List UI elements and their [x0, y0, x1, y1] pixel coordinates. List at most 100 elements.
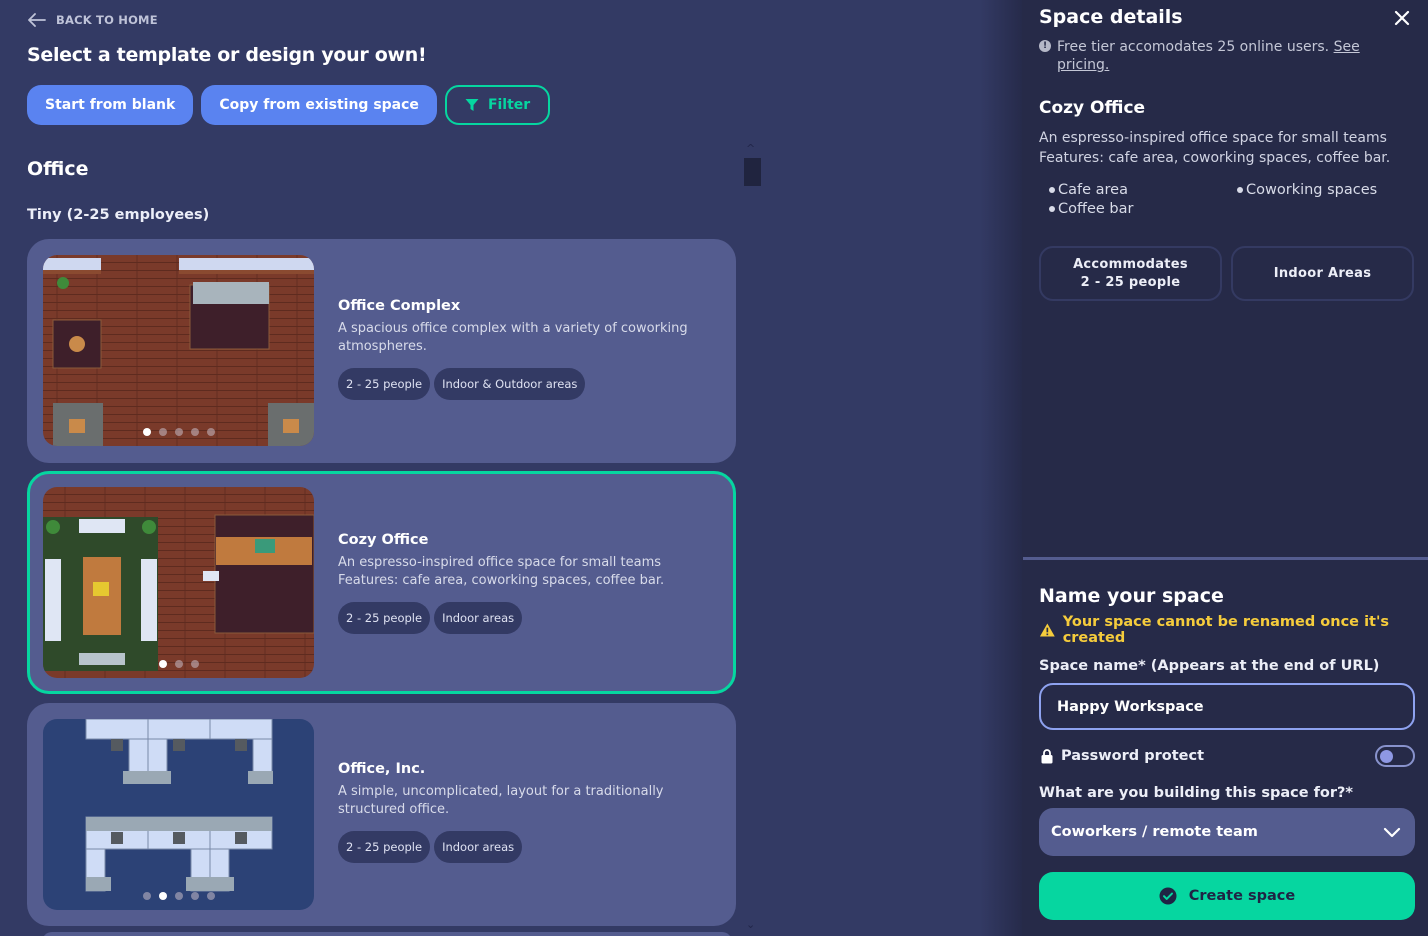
- panel-shadow: [980, 0, 1022, 936]
- back-to-home-link[interactable]: BACK TO HOME: [28, 13, 158, 27]
- office-complex-map-preview: [43, 255, 314, 446]
- close-icon[interactable]: [1392, 8, 1412, 28]
- carousel-dot[interactable]: [190, 892, 199, 900]
- category-title: Office: [27, 158, 89, 180]
- warning-text: Your space cannot be renamed once it's c…: [1062, 614, 1390, 646]
- capacity-pill-line: Accommodates: [1073, 256, 1188, 272]
- chevron-down-icon: [1383, 827, 1401, 837]
- carousel-dots: [43, 660, 314, 668]
- template-name: Office Complex: [338, 298, 461, 314]
- password-label-text: Password protect: [1061, 748, 1205, 764]
- info-icon: !: [1039, 40, 1051, 52]
- filter-button[interactable]: Filter: [444, 85, 551, 125]
- template-name: Office, Inc.: [338, 761, 426, 777]
- lock-icon: [1041, 748, 1053, 763]
- space-name-input[interactable]: [1039, 683, 1415, 730]
- pricing-info: ! Free tier accomodates 25 online users.…: [1039, 38, 1389, 74]
- capacity-tag: 2 - 25 people: [338, 831, 431, 863]
- carousel-dot[interactable]: [158, 428, 167, 436]
- size-subtitle: Tiny (2-25 employees): [27, 207, 210, 223]
- warning-icon: [1039, 623, 1055, 637]
- purpose-select[interactable]: Coworkers / remote team: [1039, 808, 1415, 856]
- feature-item: Coworking spaces: [1237, 182, 1409, 198]
- carousel-dots: [43, 892, 314, 900]
- capacity-tag: 2 - 25 people: [338, 602, 431, 634]
- action-buttons: Start from blank Copy from existing spac…: [27, 85, 551, 125]
- template-preview-image[interactable]: [43, 255, 314, 446]
- description-line: Features: cafe area, coworking spaces, c…: [1039, 150, 1391, 166]
- panel-title: Space details: [1039, 6, 1183, 28]
- back-label: BACK TO HOME: [56, 13, 158, 27]
- section-divider: [1023, 557, 1428, 560]
- capacity-pill-line: 2 - 25 people: [1080, 274, 1181, 290]
- carousel-dot[interactable]: [142, 892, 151, 900]
- password-protect-label: Password protect: [1041, 748, 1204, 764]
- pricing-info-text: Free tier accomodates 25 online users. S…: [1057, 38, 1389, 74]
- template-browser: BACK TO HOME Select a template or design…: [0, 0, 1022, 936]
- template-card-office-inc[interactable]: Office, Inc. A simple, uncomplicated, la…: [27, 703, 736, 926]
- carousel-dot[interactable]: [158, 892, 167, 900]
- template-info: Office Complex A spacious office complex…: [338, 298, 698, 400]
- carousel-dot[interactable]: [174, 660, 183, 668]
- purpose-label: What are you building this space for?*: [1039, 785, 1354, 801]
- area-tag: Indoor areas: [434, 831, 523, 863]
- area-tag: Indoor & Outdoor areas: [434, 368, 586, 400]
- template-name: Cozy Office: [338, 532, 429, 548]
- carousel-dot[interactable]: [174, 892, 183, 900]
- template-tags: 2 - 25 people Indoor & Outdoor areas: [338, 368, 698, 400]
- template-tags: 2 - 25 people Indoor areas: [338, 831, 698, 863]
- template-description: A simple, uncomplicated, layout for a tr…: [338, 784, 664, 817]
- space-details-panel: Space details ! Free tier accomodates 25…: [1022, 0, 1428, 936]
- carousel-dot[interactable]: [190, 660, 199, 668]
- selected-template-name: Cozy Office: [1039, 98, 1146, 118]
- create-space-label: Create space: [1188, 888, 1296, 904]
- arrow-left-icon: [28, 13, 46, 27]
- template-description: A spacious office complex with a variety…: [338, 321, 688, 354]
- detail-pills: Accommodates 2 - 25 people Indoor Areas: [1039, 246, 1414, 301]
- areas-pill: Indoor Areas: [1231, 246, 1414, 301]
- next-template-card-peek[interactable]: [42, 932, 732, 936]
- page-title: Select a template or design your own!: [27, 44, 427, 66]
- create-space-button[interactable]: Create space: [1039, 872, 1415, 920]
- carousel-dot[interactable]: [158, 660, 167, 668]
- carousel-dot[interactable]: [206, 892, 215, 900]
- description-line: Features: cafe area, coworking spaces, c…: [338, 573, 665, 588]
- carousel-dots: [43, 428, 314, 436]
- feature-item: Cafe area: [1049, 182, 1237, 198]
- check-circle-icon: [1159, 887, 1177, 905]
- template-preview-image[interactable]: [43, 487, 314, 678]
- template-card-office-complex[interactable]: Office Complex A spacious office complex…: [27, 239, 736, 463]
- filter-label: Filter: [487, 97, 531, 113]
- template-info: Office, Inc. A simple, uncomplicated, la…: [338, 761, 698, 863]
- template-description: An espresso-inspired office space for sm…: [338, 554, 698, 590]
- carousel-dot[interactable]: [142, 428, 151, 436]
- rename-warning: Your space cannot be renamed once it's c…: [1039, 614, 1428, 646]
- purpose-value: Coworkers / remote team: [1051, 824, 1258, 840]
- scroll-down-arrow[interactable]: ⌄: [746, 918, 755, 931]
- name-space-title: Name your space: [1039, 585, 1224, 607]
- info-text: Free tier accomodates 25 online users.: [1057, 39, 1330, 55]
- template-info: Cozy Office An espresso-inspired office …: [338, 532, 698, 634]
- carousel-dot[interactable]: [174, 428, 183, 436]
- carousel-dot[interactable]: [190, 428, 199, 436]
- toggle-knob: [1380, 749, 1393, 763]
- office-inc-map-preview: [43, 719, 314, 910]
- template-tags: 2 - 25 people Indoor areas: [338, 602, 698, 634]
- template-preview-image[interactable]: [43, 719, 314, 910]
- feature-item: Coffee bar: [1049, 201, 1237, 217]
- capacity-pill: Accommodates 2 - 25 people: [1039, 246, 1222, 301]
- description-line: An espresso-inspired office space for sm…: [1039, 130, 1387, 146]
- start-from-blank-button[interactable]: Start from blank: [27, 85, 194, 125]
- scrollbar-thumb[interactable]: [744, 158, 761, 186]
- feature-list: Cafe area Coworking spaces Coffee bar: [1049, 182, 1409, 217]
- area-tag: Indoor areas: [434, 602, 523, 634]
- password-toggle[interactable]: [1375, 745, 1415, 767]
- scroll-up-arrow[interactable]: ^: [746, 142, 755, 155]
- copy-existing-space-button[interactable]: Copy from existing space: [201, 85, 437, 125]
- password-protect-row: Password protect: [1041, 745, 1415, 767]
- cozy-office-map-preview: [43, 487, 314, 678]
- filter-icon: [465, 99, 479, 111]
- carousel-dot[interactable]: [206, 428, 215, 436]
- capacity-tag: 2 - 25 people: [338, 368, 431, 400]
- template-card-cozy-office[interactable]: Cozy Office An espresso-inspired office …: [27, 471, 736, 694]
